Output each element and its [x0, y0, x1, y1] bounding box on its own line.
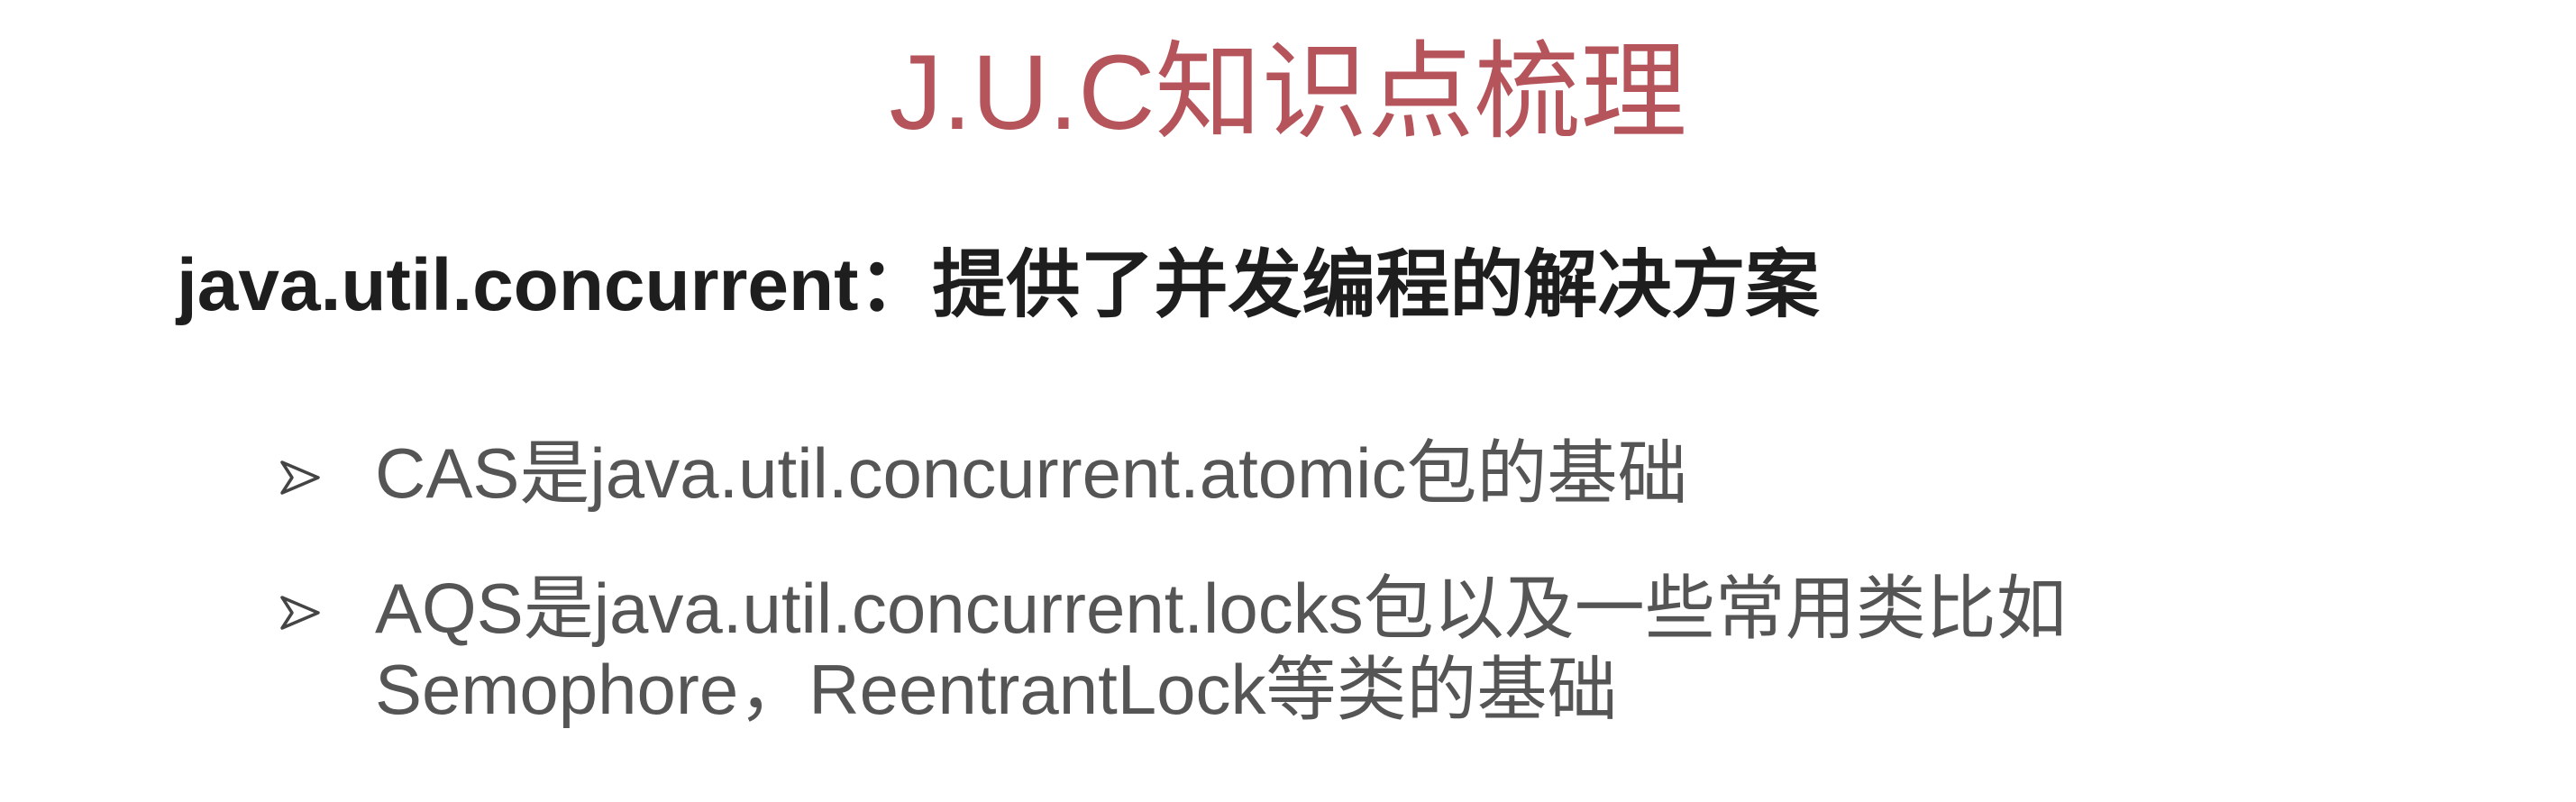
slide-subtitle: java.util.concurrent：提供了并发编程的解决方案	[177, 244, 1820, 326]
list-item: AQS是java.util.concurrent.locks包以及一些常用类比如…	[279, 568, 2067, 730]
bullet-list: CAS是java.util.concurrent.atomic包的基础 AQS是…	[279, 433, 2067, 730]
bullet-line: Semophore，ReentrantLock等类的基础	[375, 650, 1618, 729]
list-item: CAS是java.util.concurrent.atomic包的基础	[279, 433, 2067, 514]
bullet-line: AQS是java.util.concurrent.locks包以及一些常用类比如	[375, 569, 2067, 648]
triangle-arrow-bullet-icon	[280, 460, 320, 495]
bullet-line: CAS是java.util.concurrent.atomic包的基础	[375, 433, 1688, 513]
slide-title: J.U.C知识点梳理	[889, 33, 1687, 152]
slide: J.U.C知识点梳理 java.util.concurrent：提供了并发编程的…	[0, 0, 2576, 802]
triangle-arrow-bullet-icon	[280, 596, 320, 630]
